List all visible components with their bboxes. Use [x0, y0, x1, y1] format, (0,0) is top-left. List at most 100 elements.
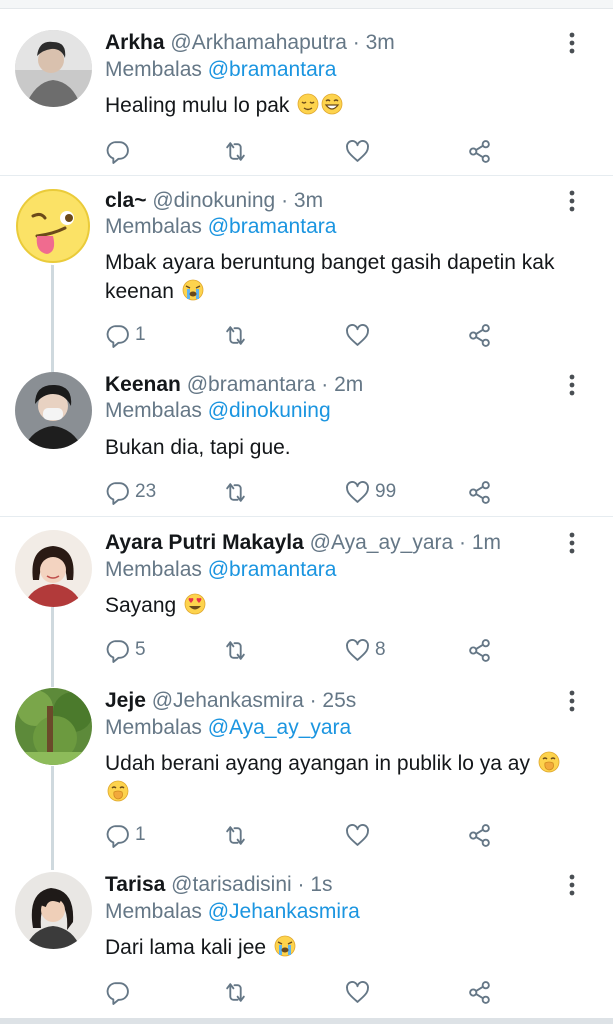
- mention-link[interactable]: @Jehankasmira: [208, 900, 360, 923]
- retweet-button[interactable]: [223, 137, 248, 165]
- username[interactable]: @bramantara: [187, 373, 316, 396]
- loudly-crying-face-emoji: [274, 935, 296, 957]
- tweet-text-content: Bukan dia, tapi gue.: [105, 436, 291, 459]
- share-icon: [467, 638, 492, 663]
- username[interactable]: @Jehankasmira: [152, 689, 304, 712]
- retweet-button[interactable]: [223, 636, 248, 664]
- replying-to: Membalas @bramantara: [105, 557, 336, 583]
- timestamp[interactable]: · 1s: [298, 873, 333, 896]
- replying-to-label: Membalas: [105, 716, 202, 739]
- username[interactable]: @tarisadisini: [171, 873, 292, 896]
- more-vertical-icon[interactable]: [562, 188, 582, 214]
- tweet-text-content: Mbak ayara beruntung banget gasih dapeti…: [105, 251, 555, 303]
- timestamp[interactable]: · 2m: [321, 373, 363, 396]
- more-vertical-icon[interactable]: [562, 30, 582, 56]
- tweet-arkha[interactable]: Arkha @Arkhamahaputra · 3m Membalas @bra…: [0, 0, 613, 175]
- username[interactable]: @Arkhamahaputra: [170, 31, 347, 54]
- share-button[interactable]: [467, 137, 492, 165]
- username[interactable]: @Aya_ay_yara: [310, 531, 454, 554]
- thread-line: [51, 264, 54, 372]
- like-button[interactable]: [345, 321, 375, 349]
- tweet-tarisa[interactable]: Tarisa @tarisadisini · 1s Membalas @Jeha…: [0, 0, 613, 1005]
- display-name[interactable]: Keenan: [105, 373, 181, 396]
- like-button[interactable]: 8: [345, 636, 386, 664]
- timestamp[interactable]: · 25s: [310, 689, 357, 712]
- mention-link[interactable]: @Aya_ay_yara: [208, 716, 352, 739]
- reply-button[interactable]: 1: [105, 821, 146, 849]
- timestamp[interactable]: · 3m: [353, 31, 395, 54]
- retweet-icon: [223, 823, 248, 848]
- retweet-icon: [223, 980, 248, 1005]
- grinning-face-emoji: [321, 93, 343, 115]
- avatar[interactable]: [15, 372, 92, 449]
- display-name[interactable]: cla~: [105, 189, 146, 212]
- like-button[interactable]: [345, 821, 375, 849]
- timestamp[interactable]: · 1m: [459, 531, 501, 554]
- thread-line: [51, 607, 54, 687]
- reply-button[interactable]: 5: [105, 636, 146, 664]
- share-button[interactable]: [467, 321, 492, 349]
- divider: [0, 516, 613, 517]
- divider: [0, 175, 613, 176]
- like-button[interactable]: [345, 137, 375, 165]
- avatar[interactable]: [15, 188, 92, 265]
- like-button[interactable]: [345, 978, 375, 1006]
- reply-count: 1: [135, 824, 146, 845]
- display-name[interactable]: Ayara Putri Makayla: [105, 531, 304, 554]
- share-button[interactable]: [467, 478, 492, 506]
- username[interactable]: @dinokuning: [152, 189, 275, 212]
- retweet-button[interactable]: [223, 321, 248, 349]
- retweet-button[interactable]: [223, 821, 248, 849]
- reply-icon: [105, 823, 130, 848]
- display-name[interactable]: Arkha: [105, 31, 165, 54]
- reply-button[interactable]: [105, 978, 135, 1006]
- reply-button[interactable]: 1: [105, 321, 146, 349]
- reply-icon: [105, 323, 130, 348]
- loudly-crying-face-emoji: [182, 279, 204, 301]
- retweet-button[interactable]: [223, 478, 248, 506]
- tweet-text-content: Udah berani ayang ayangan in publik lo y…: [105, 752, 530, 775]
- reply-icon: [105, 638, 130, 663]
- mention-link[interactable]: @bramantara: [208, 215, 337, 238]
- avatar[interactable]: [15, 530, 92, 607]
- more-vertical-icon[interactable]: [562, 872, 582, 898]
- heart-icon: [345, 139, 370, 164]
- replying-to-label: Membalas: [105, 58, 202, 81]
- reply-count: 23: [135, 481, 157, 502]
- reply-button[interactable]: 23: [105, 478, 156, 506]
- tweet-text: Udah berani ayang ayangan in publik lo y…: [105, 749, 575, 807]
- avatar[interactable]: [15, 30, 92, 107]
- avatar[interactable]: [15, 872, 92, 949]
- timestamp[interactable]: · 3m: [281, 189, 323, 212]
- like-button[interactable]: 99: [345, 478, 396, 506]
- mention-link[interactable]: @bramantara: [208, 58, 337, 81]
- more-vertical-icon[interactable]: [562, 688, 582, 714]
- tweet-actions: 5 8: [105, 636, 505, 664]
- share-button[interactable]: [467, 978, 492, 1006]
- tweet-actions: 23 99: [105, 478, 505, 506]
- tweet-actions: [105, 137, 505, 165]
- reply-button[interactable]: [105, 137, 135, 165]
- avatar[interactable]: [15, 688, 92, 765]
- heart-icon: [345, 638, 370, 663]
- mention-link[interactable]: @dinokuning: [208, 399, 331, 422]
- tweet-header: Tarisa @tarisadisini · 1s: [105, 872, 333, 898]
- retweet-icon: [223, 638, 248, 663]
- heart-icon: [345, 823, 370, 848]
- heart-icon: [345, 480, 370, 505]
- next-tweet-edge: [0, 1018, 613, 1024]
- share-button[interactable]: [467, 636, 492, 664]
- tweet-text-content: Healing mulu lo pak: [105, 94, 290, 117]
- tweet-text: Sayang: [105, 591, 575, 620]
- like-count: 8: [375, 639, 386, 660]
- display-name[interactable]: Tarisa: [105, 873, 165, 896]
- tweet-actions: 1: [105, 321, 505, 349]
- retweet-button[interactable]: [223, 978, 248, 1006]
- display-name[interactable]: Jeje: [105, 689, 146, 712]
- mention-link[interactable]: @bramantara: [208, 558, 337, 581]
- share-button[interactable]: [467, 821, 492, 849]
- more-vertical-icon[interactable]: [562, 530, 582, 556]
- replying-to: Membalas @dinokuning: [105, 398, 331, 424]
- reply-count: 5: [135, 639, 146, 660]
- more-vertical-icon[interactable]: [562, 372, 582, 398]
